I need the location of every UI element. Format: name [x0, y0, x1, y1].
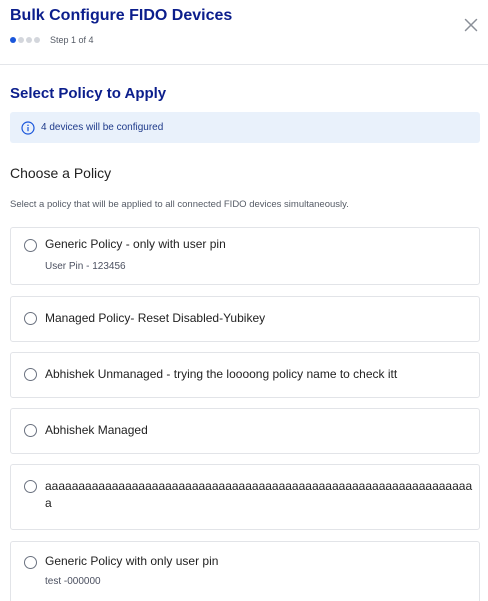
dialog-title: Bulk Configure FIDO Devices	[10, 7, 233, 24]
policy-option-abhishek-unmanaged[interactable]: Abhishek Unmanaged - trying the loooong …	[10, 352, 480, 398]
policy-option-long-name[interactable]: aaaaaaaaaaaaaaaaaaaaaaaaaaaaaaaaaaaaaaaa…	[10, 464, 480, 530]
dialog-header: Bulk Configure FIDO Devices Step 1 of 4	[0, 0, 488, 65]
close-button[interactable]	[462, 16, 480, 34]
step-dot-3	[26, 37, 32, 43]
policy-option-generic-user-pin[interactable]: Generic Policy - only with user pin User…	[10, 227, 480, 285]
choose-policy-description: Select a policy that will be applied to …	[10, 199, 349, 210]
section-title: Select Policy to Apply	[10, 85, 167, 102]
policy-name: Generic Policy with only user pin	[45, 554, 219, 568]
radio-button[interactable]	[24, 424, 37, 437]
policy-option-abhishek-managed[interactable]: Abhishek Managed	[10, 408, 480, 454]
radio-button[interactable]	[24, 312, 37, 325]
radio-button[interactable]	[24, 239, 37, 252]
policy-name: aaaaaaaaaaaaaaaaaaaaaaaaaaaaaaaaaaaaaaaa…	[45, 479, 473, 510]
info-icon	[21, 120, 35, 135]
policy-detail: test -000000	[45, 576, 101, 587]
policy-option-managed-reset-disabled[interactable]: Managed Policy- Reset Disabled-Yubikey	[10, 296, 480, 342]
info-text: 4 devices will be configured	[41, 122, 164, 133]
choose-policy-heading: Choose a Policy	[10, 165, 112, 181]
policy-name: Abhishek Managed	[45, 423, 148, 437]
info-banner: 4 devices will be configured	[10, 112, 480, 143]
radio-button[interactable]	[24, 368, 37, 381]
policy-detail: User Pin - 123456	[45, 261, 126, 272]
close-icon	[464, 18, 478, 32]
policy-name: Generic Policy - only with user pin	[45, 237, 226, 251]
policy-option-generic-only-user-pin[interactable]: Generic Policy with only user pin test -…	[10, 541, 480, 601]
radio-button[interactable]	[24, 556, 37, 569]
step-indicator: Step 1 of 4	[10, 35, 94, 45]
step-dot-1	[10, 37, 16, 43]
step-label: Step 1 of 4	[50, 35, 94, 45]
step-dot-4	[34, 37, 40, 43]
policy-name: Managed Policy- Reset Disabled-Yubikey	[45, 311, 266, 325]
radio-button[interactable]	[24, 480, 37, 493]
policy-name: Abhishek Unmanaged - trying the loooong …	[45, 367, 398, 381]
step-dot-2	[18, 37, 24, 43]
